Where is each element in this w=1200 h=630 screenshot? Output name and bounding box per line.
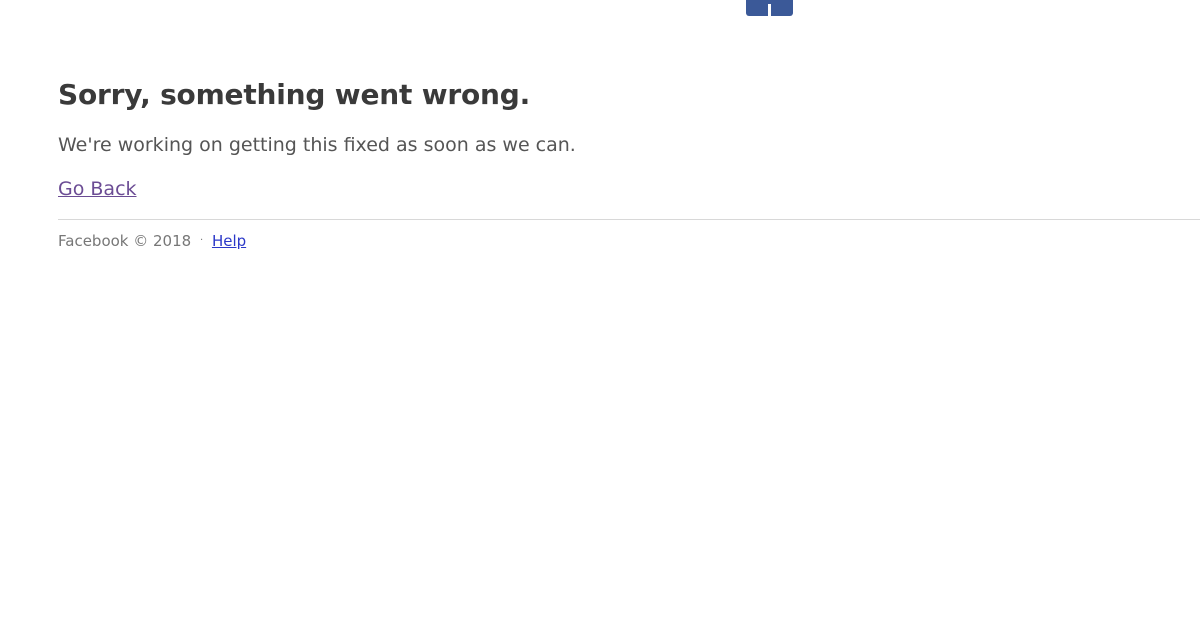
- copyright-text: Facebook © 2018: [58, 232, 192, 250]
- footer-separator: ·: [199, 235, 204, 246]
- error-page: Sorry, something went wrong. We're worki…: [0, 0, 1200, 630]
- help-link[interactable]: Help: [212, 232, 246, 250]
- facebook-logo-icon[interactable]: [746, 0, 793, 16]
- go-back-link[interactable]: Go Back: [58, 178, 137, 200]
- error-title: Sorry, something went wrong.: [58, 78, 531, 111]
- footer: Facebook © 2018 · Help: [58, 231, 246, 251]
- error-content: Sorry, something went wrong. We're worki…: [58, 76, 1058, 200]
- error-message: We're working on getting this fixed as s…: [58, 134, 576, 156]
- footer-divider: [58, 219, 1200, 220]
- logo-mark-detail: [768, 4, 771, 16]
